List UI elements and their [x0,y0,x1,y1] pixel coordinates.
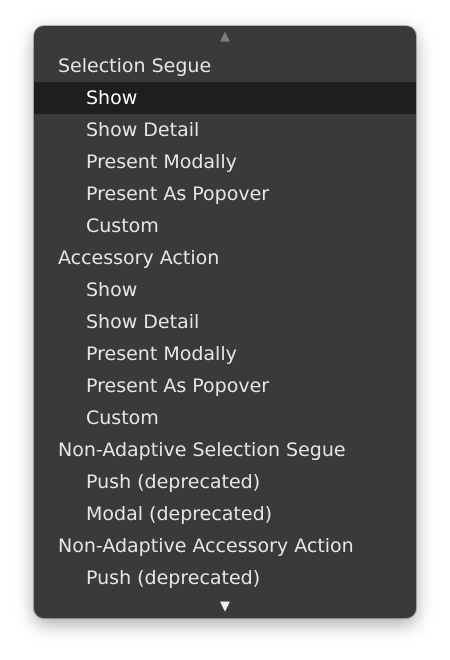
menu-item-accessory-present-modally[interactable]: Present Modally [34,338,416,370]
section-header-accessory-action: Accessory Action [58,247,220,269]
section-header-non-adaptive-accessory-action: Non-Adaptive Accessory Action [58,535,354,557]
menu-item-show-detail[interactable]: Show Detail [34,114,416,146]
menu-item-present-modally[interactable]: Present Modally [34,146,416,178]
menu-item-accessory-show-detail[interactable]: Show Detail [34,306,416,338]
menu-item-accessory-custom[interactable]: Custom [34,402,416,434]
section-header-non-adaptive-selection-segue: Non-Adaptive Selection Segue [58,439,346,461]
scroll-up-arrow-icon[interactable]: ▲ [34,30,416,44]
section-header-selection-segue: Selection Segue [58,55,212,77]
menu-item-present-as-popover[interactable]: Present As Popover [34,178,416,210]
menu-item-modal-deprecated[interactable]: Modal (deprecated) [34,498,416,530]
menu-item-accessory-present-as-popover[interactable]: Present As Popover [34,370,416,402]
segue-popup-menu: ▲ Selection Segue Show Show Detail Prese… [34,26,416,618]
menu-item-accessory-push-deprecated[interactable]: Push (deprecated) [34,562,416,594]
menu-item-accessory-show[interactable]: Show [34,274,416,306]
scroll-down-arrow-icon[interactable]: ▼ [34,600,416,614]
menu-item-push-deprecated[interactable]: Push (deprecated) [34,466,416,498]
menu-item-custom[interactable]: Custom [34,210,416,242]
menu-item-show[interactable]: Show [34,82,416,114]
menu-items: Selection Segue Show Show Detail Present… [34,50,416,594]
